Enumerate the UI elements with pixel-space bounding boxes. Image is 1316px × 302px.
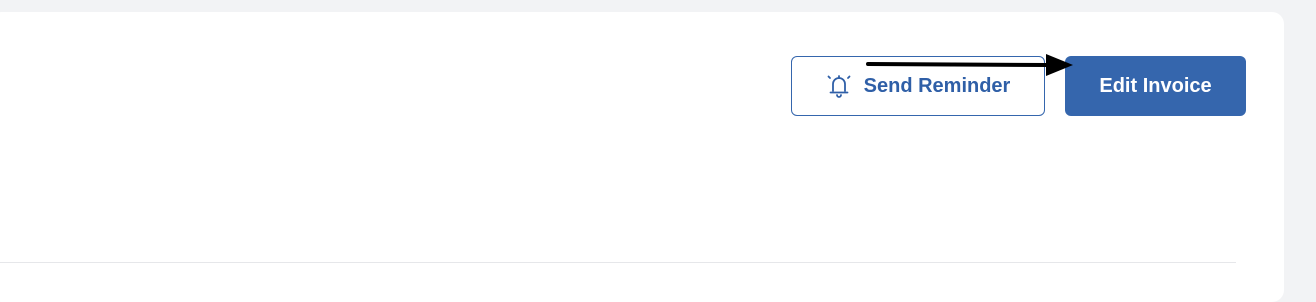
send-reminder-button[interactable]: Send Reminder xyxy=(791,56,1045,116)
section-divider xyxy=(0,262,1236,263)
edit-invoice-label: Edit Invoice xyxy=(1099,74,1212,97)
send-reminder-label: Send Reminder xyxy=(863,74,1011,97)
bell-ringing-icon xyxy=(826,72,852,100)
edit-invoice-button[interactable]: Edit Invoice xyxy=(1065,56,1246,116)
